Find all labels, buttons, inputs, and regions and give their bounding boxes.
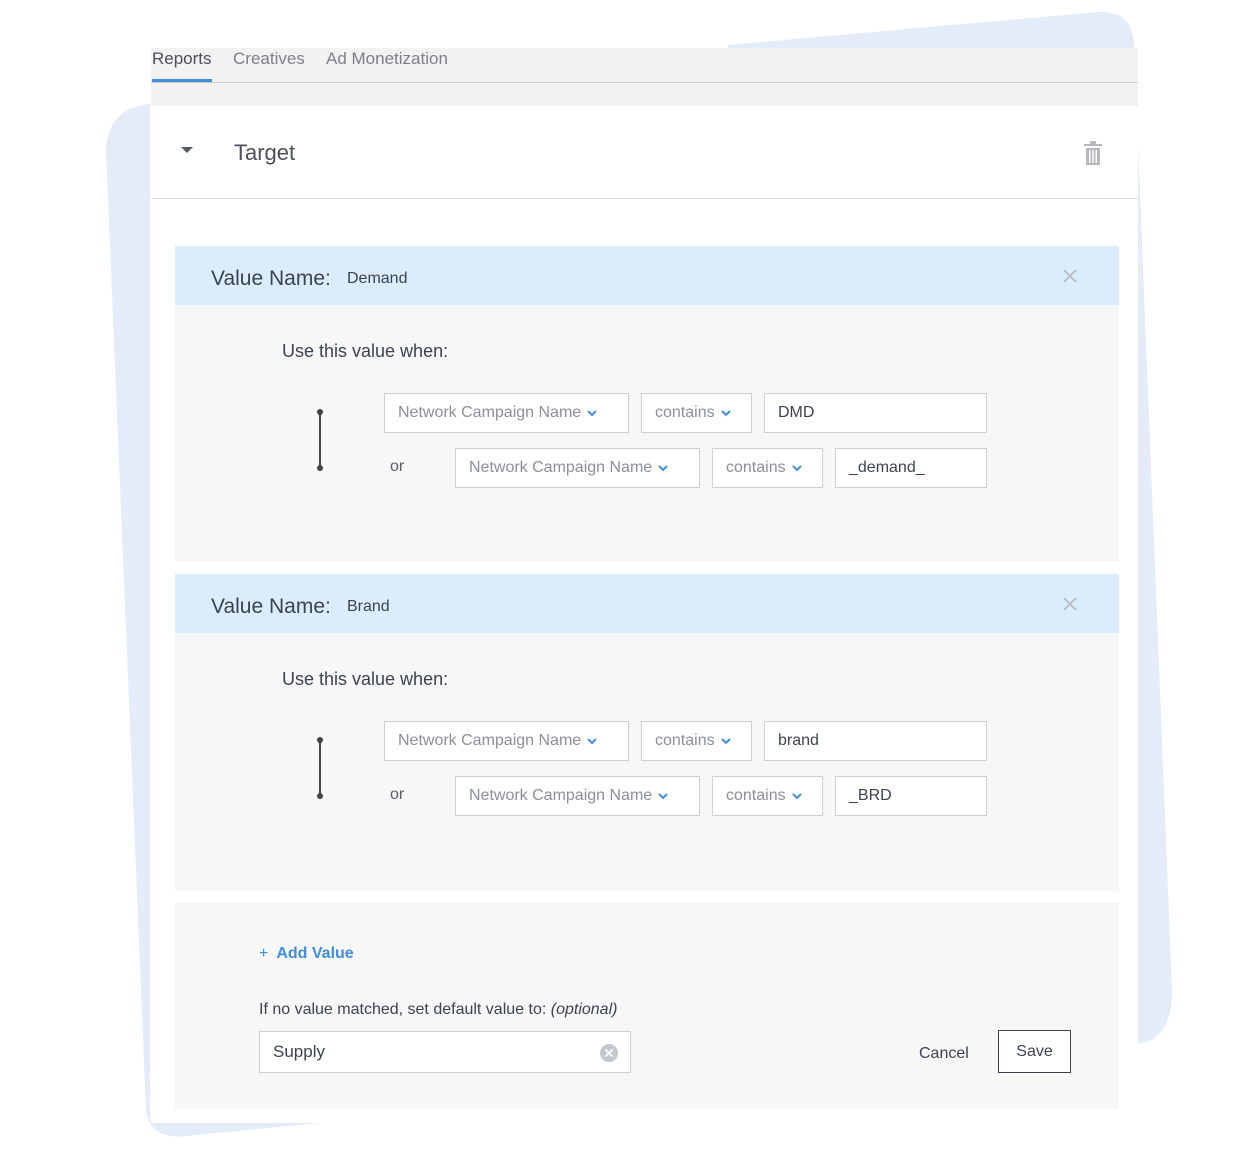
- target-editor-card: Reports Creatives Ad Monetization Target…: [151, 48, 1138, 1123]
- top-tabs: Reports Creatives Ad Monetization: [151, 48, 1138, 83]
- condition-operator-select[interactable]: contains: [712, 448, 823, 488]
- condition-value-input[interactable]: _BRD: [835, 776, 987, 816]
- target-header: Target: [151, 106, 1138, 199]
- value-name-label: Value Name:: [211, 595, 331, 618]
- cancel-button[interactable]: Cancel: [919, 1045, 969, 1063]
- close-icon[interactable]: [1063, 269, 1077, 283]
- chevron-down-icon: [658, 465, 668, 472]
- chevron-down-icon: [791, 793, 802, 800]
- use-when-label: Use this value when:: [282, 669, 449, 689]
- select-value: contains: [655, 404, 715, 421]
- chevron-down-icon: [587, 410, 597, 417]
- tab-creatives[interactable]: Creatives: [233, 48, 305, 82]
- or-bracket-connector: [317, 409, 323, 471]
- add-value-label: Add Value: [276, 945, 354, 962]
- value-header: Value Name: Demand: [175, 246, 1119, 305]
- tab-ad-monetization[interactable]: Ad Monetization: [326, 48, 448, 82]
- or-bracket-connector: [317, 737, 323, 799]
- select-value: Network Campaign Name: [398, 404, 582, 421]
- chevron-down-icon: [720, 738, 731, 745]
- select-value: contains: [726, 459, 786, 476]
- or-label: or: [390, 786, 405, 803]
- chevron-down-icon: [791, 465, 802, 472]
- value-header: Value Name: Brand: [175, 574, 1119, 633]
- optional-hint: (optional): [550, 1001, 618, 1018]
- select-value: Network Campaign Name: [398, 732, 582, 749]
- select-value: contains: [726, 787, 786, 804]
- chevron-down-icon: [658, 793, 668, 800]
- save-button[interactable]: Save: [998, 1030, 1071, 1073]
- caret-down-icon[interactable]: [181, 147, 193, 153]
- plus-icon: +: [259, 945, 269, 962]
- value-name-label: Value Name:: [211, 267, 331, 290]
- select-value: contains: [655, 732, 715, 749]
- or-label: or: [390, 458, 405, 475]
- chevron-down-icon: [587, 738, 597, 745]
- chevron-down-icon: [720, 410, 731, 417]
- default-label-text: If no value matched, set default value t…: [259, 1001, 547, 1018]
- footer-panel: + Add Value If no value matched, set defa…: [175, 903, 1119, 1109]
- condition-field-select[interactable]: Network Campaign Name: [455, 776, 700, 816]
- default-value-input[interactable]: Supply: [259, 1031, 631, 1073]
- condition-operator-select[interactable]: contains: [712, 776, 823, 816]
- select-value: Network Campaign Name: [469, 787, 653, 804]
- condition-field-select[interactable]: Network Campaign Name: [384, 721, 629, 761]
- value-name[interactable]: Brand: [347, 598, 390, 616]
- use-when-label: Use this value when:: [282, 341, 449, 361]
- value-name[interactable]: Demand: [347, 270, 407, 288]
- trash-icon[interactable]: [1084, 141, 1102, 165]
- condition-field-select[interactable]: Network Campaign Name: [384, 393, 629, 433]
- condition-field-select[interactable]: Network Campaign Name: [455, 448, 700, 488]
- default-value-label: If no value matched, set default value t…: [259, 1001, 617, 1019]
- condition-value-input[interactable]: _demand_: [835, 448, 987, 488]
- close-icon[interactable]: [1063, 597, 1077, 611]
- select-value: Network Campaign Name: [469, 459, 653, 476]
- tab-spacer: [151, 83, 1138, 106]
- target-title: Target: [234, 140, 296, 165]
- condition-operator-select[interactable]: contains: [641, 393, 752, 433]
- condition-value-input[interactable]: DMD: [764, 393, 987, 433]
- clear-icon[interactable]: [600, 1044, 618, 1062]
- tab-reports[interactable]: Reports: [152, 48, 212, 82]
- value-panel-demand: Value Name: Demand Use this value when: …: [175, 246, 1119, 561]
- value-panel-brand: Value Name: Brand Use this value when: N…: [175, 574, 1119, 891]
- condition-operator-select[interactable]: contains: [641, 721, 752, 761]
- add-value-button[interactable]: + Add Value: [259, 945, 354, 963]
- condition-value-input[interactable]: brand: [764, 721, 987, 761]
